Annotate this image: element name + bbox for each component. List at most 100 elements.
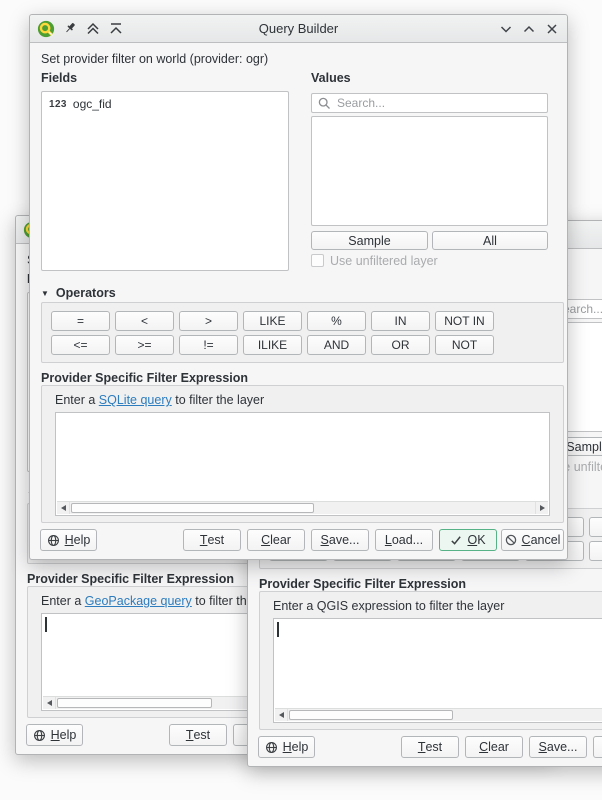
clear-button[interactable]: Clear [465, 736, 523, 758]
use-unfiltered-checkbox[interactable] [311, 254, 324, 267]
search-icon [318, 97, 331, 110]
button-label: Save... [321, 533, 360, 547]
clear-button[interactable]: Clear [247, 529, 305, 551]
scroll-left-arrow-icon[interactable] [57, 502, 70, 514]
button-label: Load... [385, 533, 423, 547]
button-label: Clear [261, 533, 291, 547]
cancel-icon [505, 534, 517, 546]
qgis-logo-icon [37, 20, 55, 38]
minimize-icon[interactable] [500, 23, 512, 35]
expression-hint: Enter a QGIS expression to filter the la… [273, 599, 504, 613]
values-list[interactable] [311, 116, 548, 226]
button-label: Clear [479, 740, 509, 754]
collapse-triangle-icon: ▼ [41, 289, 49, 298]
window-title: Query Builder [120, 15, 477, 42]
test-button[interactable]: Test [183, 529, 241, 551]
button-label: Test [200, 533, 224, 547]
operator-button[interactable]: IN [371, 311, 430, 331]
keep-above-icon[interactable] [86, 22, 100, 35]
operator-button[interactable]: <= [51, 335, 110, 355]
query-doc-link[interactable]: SQLite query [99, 393, 172, 407]
button-label: OK [467, 533, 485, 547]
pin-icon[interactable] [64, 22, 77, 35]
operator-button[interactable]: != [179, 335, 238, 355]
operator-button[interactable]: >= [115, 335, 174, 355]
text-caret [277, 622, 279, 637]
field-item[interactable]: 123 ogc_fid [42, 92, 288, 116]
operator-button[interactable]: > [179, 311, 238, 331]
scrollbar-thumb[interactable] [57, 698, 212, 708]
horizontal-scrollbar[interactable] [275, 708, 602, 721]
button-label: Test [418, 740, 442, 754]
provider-expression-group: Enter a SQLite query to filter the layer [41, 385, 564, 523]
operator-button[interactable]: OR [589, 541, 602, 561]
sample-button[interactable]: Sample [311, 231, 428, 250]
button-label: Save... [539, 740, 578, 754]
text-caret [45, 617, 47, 632]
button-label: Test [186, 728, 210, 742]
scroll-left-arrow-icon[interactable] [43, 697, 56, 709]
query-doc-link[interactable]: GeoPackage query [85, 594, 192, 608]
fields-label: Fields [41, 71, 77, 85]
scroll-right-arrow-icon[interactable] [535, 502, 548, 514]
scroll-left-arrow-icon[interactable] [275, 709, 288, 721]
query-builder-window-front: Query Builder [29, 14, 568, 560]
test-button[interactable]: Test [169, 724, 227, 746]
help-icon [47, 534, 60, 547]
help-button[interactable]: Help [26, 724, 83, 746]
operator-button[interactable]: < [115, 311, 174, 331]
provider-expression-group: Enter a QGIS expression to filter the la… [259, 591, 602, 730]
load-button[interactable]: Load... [375, 529, 433, 551]
button-label: Help [65, 533, 91, 547]
values-label: Values [311, 71, 351, 85]
operator-button[interactable]: OR [371, 335, 430, 355]
button-label: Cancel [522, 533, 561, 547]
filter-expression-textarea[interactable] [55, 412, 550, 516]
operator-button[interactable]: LIKE [243, 311, 302, 331]
operator-button[interactable]: NOT [435, 335, 494, 355]
operators-label: Operators [56, 286, 116, 300]
help-icon [33, 729, 46, 742]
operator-button[interactable]: % [307, 311, 366, 331]
operator-button[interactable]: AND [307, 335, 366, 355]
operator-button[interactable]: NOT IN [435, 311, 494, 331]
help-button[interactable]: Help [40, 529, 97, 551]
scrollbar-thumb[interactable] [71, 503, 314, 513]
search-placeholder: Search... [337, 96, 385, 110]
scrollbar-thumb[interactable] [289, 710, 453, 720]
close-icon[interactable] [546, 23, 558, 35]
dialog-button-row: Help Test Clear Save... Load... OK [30, 529, 567, 551]
operators-group: = < > LIKE % IN NOT IN <= >= != ILIKE AN… [41, 302, 564, 363]
expression-hint: Enter a SQLite query to filter the layer [55, 393, 264, 407]
button-label: Help [283, 740, 309, 754]
provider-filter-subtitle: Set provider filter on world (provider: … [41, 52, 268, 66]
provider-expression-label: Provider Specific Filter Expression [259, 577, 466, 591]
save-button[interactable]: Save... [311, 529, 369, 551]
values-search-input[interactable]: Search... [311, 93, 548, 113]
check-icon [450, 534, 462, 546]
help-button[interactable]: Help [258, 736, 315, 758]
desktop-background: Query Builder [0, 0, 602, 800]
operator-button[interactable]: IN [589, 517, 602, 537]
maximize-icon[interactable] [523, 23, 535, 35]
operators-collapse-header[interactable]: ▼ Operators [41, 286, 116, 300]
fields-list[interactable]: 123 ogc_fid [41, 91, 289, 271]
use-unfiltered-label: Use unfiltered layer [330, 254, 438, 268]
load-button[interactable]: Load... [593, 736, 602, 758]
cancel-button[interactable]: Cancel [501, 529, 564, 551]
horizontal-scrollbar[interactable] [57, 501, 548, 514]
dialog-button-row: Help Test Clear Save... Load... OK [248, 736, 602, 758]
integer-field-icon: 123 [49, 99, 67, 110]
ok-button[interactable]: OK [439, 529, 497, 551]
save-button[interactable]: Save... [529, 736, 587, 758]
provider-expression-label: Provider Specific Filter Expression [27, 572, 234, 586]
test-button[interactable]: Test [401, 736, 459, 758]
all-button[interactable]: All [432, 231, 548, 250]
operator-button[interactable]: ILIKE [243, 335, 302, 355]
button-label: Help [51, 728, 77, 742]
titlebar[interactable]: Query Builder [30, 15, 567, 43]
filter-expression-textarea[interactable] [273, 618, 602, 723]
operator-button[interactable]: = [51, 311, 110, 331]
help-icon [265, 741, 278, 754]
field-name: ogc_fid [73, 97, 112, 111]
